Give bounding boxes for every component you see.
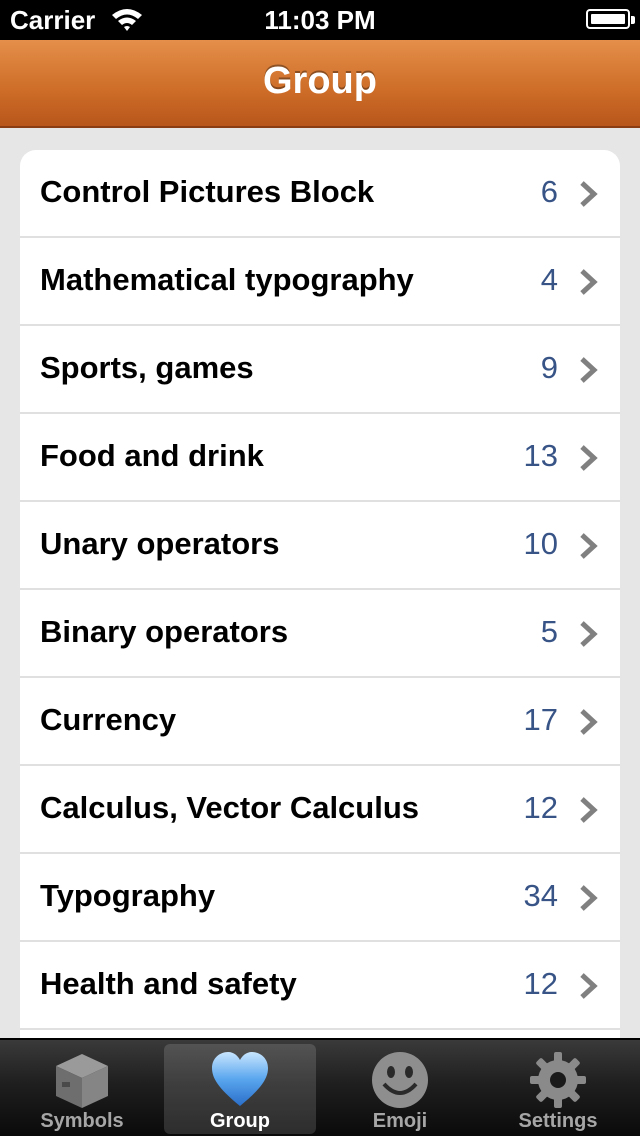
list-item-count: 10 — [523, 526, 558, 561]
list-item[interactable]: Sports, games 9 — [20, 326, 620, 414]
tab-group[interactable]: Group — [164, 1044, 316, 1134]
box-icon — [56, 1054, 108, 1108]
tab-label: Symbols — [40, 1110, 124, 1132]
page-title: Group — [263, 60, 377, 102]
list-item-count: 12 — [523, 966, 558, 1001]
smiley-icon — [372, 1052, 428, 1108]
heart-icon — [212, 1052, 268, 1106]
list-item-count: 12 — [523, 790, 558, 825]
list-item-count: 17 — [523, 702, 558, 737]
list-item-label: Control Pictures Block — [40, 174, 375, 209]
tab-label: Settings — [518, 1110, 598, 1132]
tab-symbols[interactable]: Symbols — [6, 1044, 158, 1134]
tab-label: Emoji — [372, 1110, 428, 1132]
tab-settings[interactable]: Settings — [482, 1044, 634, 1134]
list-item-count: 9 — [540, 350, 558, 385]
chevron-right-icon — [580, 269, 598, 295]
list-item[interactable]: Food and drink 13 — [20, 414, 620, 502]
chevron-right-icon — [580, 885, 598, 911]
list-item-count: 13 — [523, 438, 558, 473]
list-item[interactable]: Typography 34 — [20, 854, 620, 942]
list-item-label: Food and drink — [40, 438, 264, 473]
tab-label: Group — [210, 1110, 270, 1132]
list-item-label: Health and safety — [40, 966, 297, 1001]
chevron-right-icon — [580, 181, 598, 207]
list-item-label: Mathematical typography — [40, 262, 414, 297]
list-item[interactable]: Health and safety 12 — [20, 942, 620, 1030]
status-bar: Carrier 11:03 PM — [0, 0, 640, 40]
list-item-count: 6 — [540, 174, 558, 209]
list-item[interactable]: Currency 17 — [20, 678, 620, 766]
navigation-bar: Group — [0, 40, 640, 128]
chevron-right-icon — [580, 445, 598, 471]
list-item-label: Unary operators — [40, 526, 280, 561]
gear-icon — [530, 1052, 586, 1108]
list-item-label: Typography — [40, 878, 216, 913]
list-item[interactable]: Control Pictures Block 6 — [20, 150, 620, 238]
list-item-label: Calculus, Vector Calculus — [40, 790, 420, 825]
battery-icon — [586, 9, 635, 29]
list-item-label: Binary operators — [40, 614, 289, 649]
list-item-label: Sports, games — [40, 350, 254, 385]
list-item[interactable]: Calculus, Vector Calculus 12 — [20, 766, 620, 854]
list-item-count: 4 — [540, 262, 558, 297]
tab-bar: Symbols Group Emoji Settings — [0, 1038, 640, 1136]
status-time: 11:03 PM — [264, 5, 376, 35]
chevron-right-icon — [580, 973, 598, 999]
list-item-count: 5 — [540, 614, 558, 649]
list-item-label: Currency — [40, 702, 177, 737]
list-item[interactable]: Binary operators 5 — [20, 590, 620, 678]
chevron-right-icon — [580, 709, 598, 735]
chevron-right-icon — [580, 621, 598, 647]
chevron-right-icon — [580, 797, 598, 823]
list-item[interactable]: Mathematical typography 4 — [20, 238, 620, 326]
list-item-count: 34 — [523, 878, 558, 913]
tab-emoji[interactable]: Emoji — [324, 1044, 476, 1134]
chevron-right-icon — [580, 533, 598, 559]
chevron-right-icon — [580, 357, 598, 383]
list-item[interactable]: Unary operators 10 — [20, 502, 620, 590]
group-list: Control Pictures Block 6 Mathematical ty… — [20, 150, 620, 1050]
